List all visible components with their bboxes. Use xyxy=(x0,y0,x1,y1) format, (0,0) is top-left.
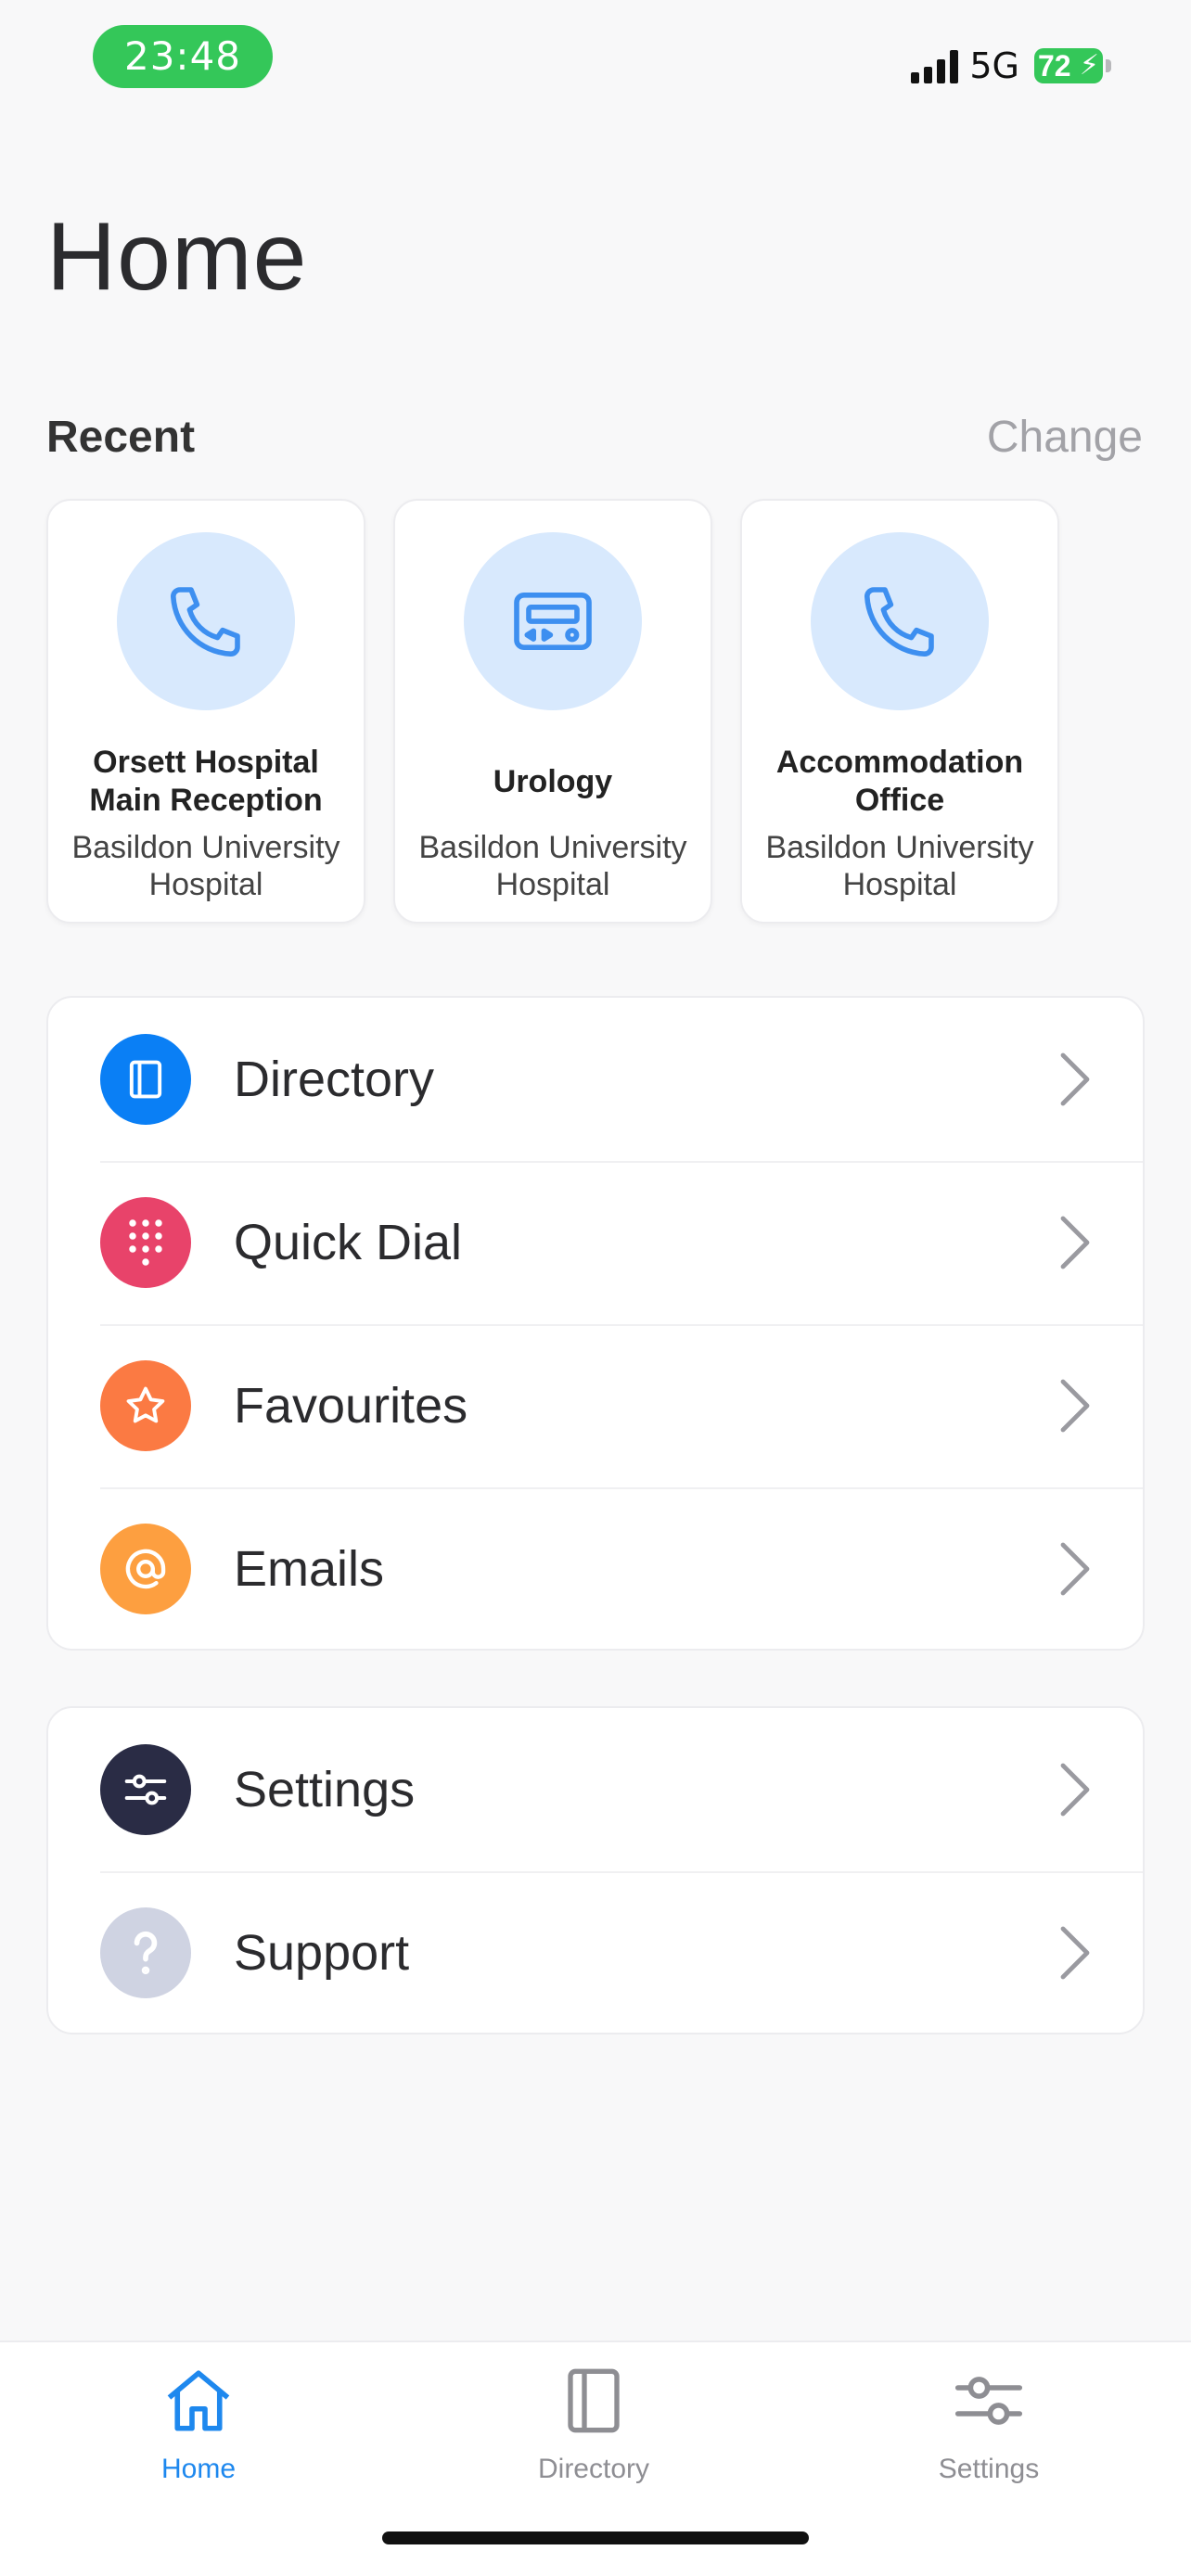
chevron-right-icon xyxy=(1060,1542,1090,1596)
battery-level: 72 xyxy=(1038,49,1071,83)
recent-card-place: Basildon University Hospital xyxy=(765,830,1034,902)
sliders-icon xyxy=(100,1744,191,1835)
chevron-right-icon xyxy=(1060,1052,1090,1106)
menu-label: Settings xyxy=(234,1762,416,1817)
recent-card-place: Basildon University Hospital xyxy=(71,830,340,902)
page-title: Home xyxy=(46,203,308,311)
network-type: 5G xyxy=(969,45,1019,86)
status-indicators: 5G 72 ⚡ xyxy=(911,43,1111,89)
tab-label: Settings xyxy=(938,2454,1040,2484)
menu-item-settings[interactable]: Settings xyxy=(48,1708,1143,1871)
chevron-right-icon xyxy=(1060,1926,1090,1980)
menu-item-favourites[interactable]: Favourites xyxy=(48,1324,1143,1487)
home-icon xyxy=(106,2359,291,2442)
status-time: 23:48 xyxy=(93,25,273,88)
keypad-icon xyxy=(100,1197,191,1288)
battery-cap xyxy=(1106,59,1111,72)
menu-item-directory[interactable]: Directory xyxy=(48,998,1143,1161)
recent-card[interactable]: Accommodation Office Basildon University… xyxy=(740,499,1059,924)
phone-icon xyxy=(117,532,295,710)
chevron-right-icon xyxy=(1060,1379,1090,1433)
tab-label: Home xyxy=(160,2454,237,2484)
tab-directory[interactable]: Directory xyxy=(501,2359,686,2485)
menu-label: Favourites xyxy=(234,1378,468,1434)
secondary-menu: Settings Support xyxy=(46,1706,1145,2034)
chevron-right-icon xyxy=(1060,1763,1090,1817)
menu-label: Quick Dial xyxy=(234,1215,463,1270)
menu-label: Emails xyxy=(234,1541,385,1597)
battery-icon: 72 ⚡ xyxy=(1034,48,1103,83)
menu-item-support[interactable]: Support xyxy=(48,1871,1143,2034)
signal-icon xyxy=(911,48,959,83)
book-icon xyxy=(501,2359,686,2442)
tab-home[interactable]: Home xyxy=(106,2359,291,2485)
menu-item-emails[interactable]: Emails xyxy=(48,1487,1143,1651)
home-screen: 23:48 5G 72 ⚡ Home Recent Change Orsett H… xyxy=(0,0,1191,2576)
recent-card[interactable]: Orsett Hospital Main Reception Basildon … xyxy=(46,499,365,924)
change-button[interactable]: Change xyxy=(987,412,1143,463)
star-icon xyxy=(100,1360,191,1451)
recent-card-name: Accommodation Office xyxy=(775,745,1024,818)
recent-heading: Recent xyxy=(46,413,196,462)
recent-card[interactable]: Urology Basildon University Hospital xyxy=(393,499,712,924)
pager-icon xyxy=(464,532,642,710)
question-icon xyxy=(100,1907,191,1998)
book-icon xyxy=(100,1034,191,1125)
main-menu: Directory Quick Dial Favourites Emails xyxy=(46,996,1145,1651)
menu-label: Support xyxy=(234,1925,410,1981)
phone-icon xyxy=(811,532,989,710)
tab-label: Directory xyxy=(537,2454,649,2484)
home-indicator[interactable] xyxy=(382,2531,809,2544)
at-icon xyxy=(100,1524,191,1614)
menu-item-quick-dial[interactable]: Quick Dial xyxy=(48,1161,1143,1324)
chevron-right-icon xyxy=(1060,1216,1090,1269)
recent-card-place: Basildon University Hospital xyxy=(418,830,687,902)
sliders-icon xyxy=(896,2359,1082,2442)
recent-list: Orsett Hospital Main Reception Basildon … xyxy=(46,499,1059,924)
tab-settings[interactable]: Settings xyxy=(896,2359,1082,2485)
recent-card-name: Orsett Hospital Main Reception xyxy=(89,745,323,818)
recent-card-name: Urology xyxy=(493,763,613,799)
menu-label: Directory xyxy=(234,1052,435,1107)
